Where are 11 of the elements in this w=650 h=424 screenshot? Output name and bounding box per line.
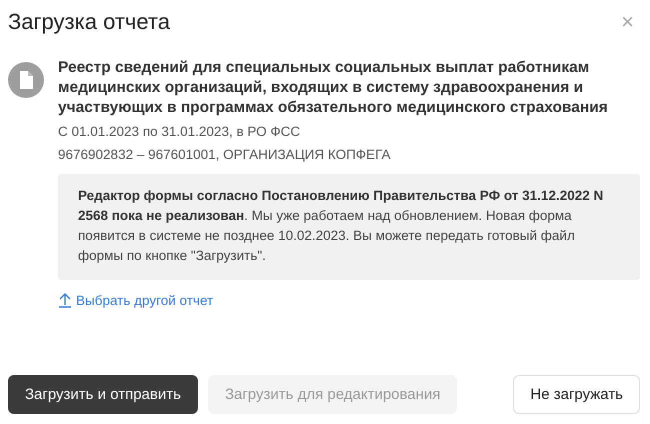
- document-icon: [8, 62, 44, 98]
- dialog-button[interactable]: Загрузить и отправить: [8, 375, 198, 414]
- organization-info: 9676902832 – 967601001, ОРГАНИЗАЦИЯ КОПФЕГА: [58, 146, 392, 164]
- report-period: С 01.01.2023 по 31.01.2023, в РО ФСС: [58, 123, 302, 141]
- notice-message: Редактор формы согласно Постановлению Правительства РФ от 31.12.2022 N 2568 пока не реализован. Мы уже работаем над обновлением. Новая форма появится в системе не позднее 10.02.2023. Вы можете передать готовый файл формы по кнопке "Загрузить".: [58, 174, 640, 280]
- dialog-title: Загрузка отчета: [8, 9, 170, 35]
- dialog-button[interactable]: Не загружать: [513, 375, 640, 414]
- upload-icon: [58, 292, 72, 308]
- report-name: Реестр сведений для специальных социальных выплат работникам медицинских организаций, входящих в систему здравоохранения и участвующих в программах обязательного медицинского страхования: [58, 58, 609, 118]
- choose-report-link[interactable]: Выбрать другой отчет: [58, 292, 214, 308]
- close-button[interactable]: ×: [621, 9, 634, 35]
